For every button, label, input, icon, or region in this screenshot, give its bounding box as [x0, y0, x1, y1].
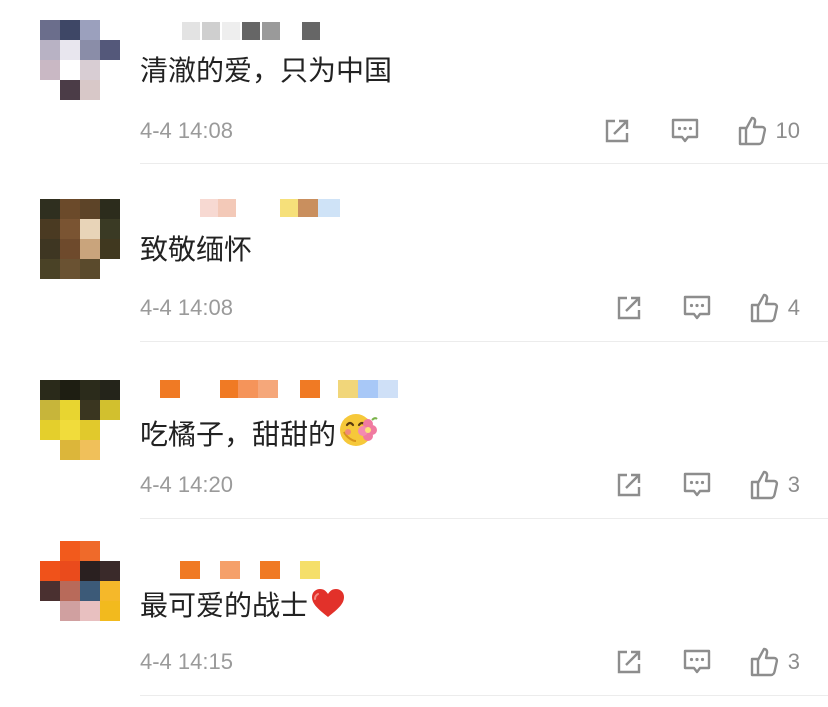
avatar[interactable]: [40, 20, 120, 100]
share-icon: [605, 119, 628, 143]
comment-actions: 3: [614, 647, 800, 677]
like-button[interactable]: 3: [748, 469, 800, 501]
comment-timestamp: 4-4 14:15: [140, 649, 233, 674]
like-button[interactable]: 10: [736, 115, 800, 147]
share-button[interactable]: [614, 293, 644, 323]
comment-timestamp: 4-4 14:20: [140, 472, 233, 497]
divider: [140, 695, 828, 696]
comment-actions: 4: [614, 293, 800, 323]
comment-timestamp: 4-4 14:08: [140, 295, 233, 320]
comment-item: 吃橘子，甜甜的 4-4 14:20 3: [0, 354, 828, 530]
comment-actions: 10: [602, 116, 800, 146]
happy-face-flower-emoji: [338, 410, 378, 456]
like-count: 10: [775, 118, 800, 143]
avatar[interactable]: [40, 199, 120, 279]
comment-timestamp: 4-4 14:08: [140, 118, 233, 143]
share-button[interactable]: [614, 647, 644, 677]
comment-item: 致敬缅怀 4-4 14:08 4: [0, 177, 828, 353]
comment-body: 吃橘子，甜甜的: [140, 418, 337, 451]
comment-body: 致敬缅怀: [140, 233, 253, 266]
share-icon: [617, 296, 640, 320]
comment-icon: [683, 472, 710, 497]
share-icon: [617, 650, 640, 674]
divider: [140, 163, 828, 164]
divider: [140, 341, 828, 342]
like-count: 3: [787, 649, 800, 674]
thumbs-up-icon: [750, 470, 778, 500]
like-count: 3: [787, 472, 800, 497]
comment-text: 最可爱的战士: [140, 587, 346, 627]
avatar[interactable]: [40, 380, 120, 460]
avatar[interactable]: [40, 541, 120, 621]
reply-button[interactable]: [682, 470, 712, 500]
like-button[interactable]: 4: [748, 292, 800, 324]
comment-text: 致敬缅怀: [140, 233, 252, 267]
comment-text: 吃橘子，甜甜的: [140, 410, 378, 456]
thumbs-up-icon: [750, 293, 778, 323]
reply-button[interactable]: [682, 647, 712, 677]
thumbs-up-icon: [738, 116, 766, 146]
comment-actions: 3: [614, 470, 800, 500]
reply-button[interactable]: [670, 116, 700, 146]
share-button[interactable]: [614, 470, 644, 500]
red-heart-emoji: [310, 587, 346, 627]
comment-text: 清澈的爱，只为中国: [140, 54, 392, 88]
comment-icon: [683, 295, 710, 320]
divider: [140, 518, 828, 519]
comment-icon: [671, 118, 698, 143]
thumbs-up-icon: [750, 647, 778, 677]
reply-button[interactable]: [682, 293, 712, 323]
comment-icon: [683, 649, 710, 674]
comment-body: 最可爱的战士: [140, 589, 309, 622]
comment-item: 最可爱的战士 4-4 14:15 3: [0, 531, 828, 707]
like-button[interactable]: 3: [748, 646, 800, 678]
like-count: 4: [787, 295, 800, 320]
comment-body: 清澈的爱，只为中国: [140, 54, 393, 87]
comment-item: 清澈的爱，只为中国 4-4 14:08 10: [0, 0, 828, 176]
share-icon: [617, 473, 640, 497]
share-button[interactable]: [602, 116, 632, 146]
